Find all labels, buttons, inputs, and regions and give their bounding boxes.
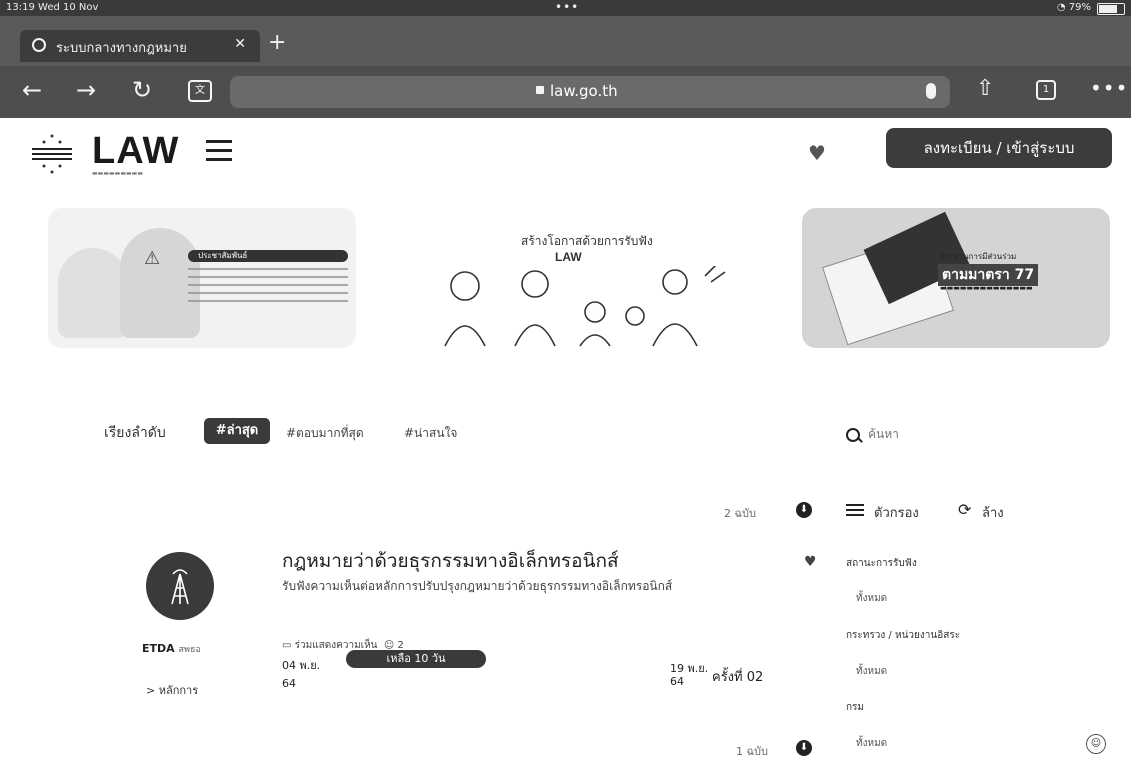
warning-triangle-icon: ⚠	[144, 248, 161, 269]
status-time: 13:19	[6, 2, 35, 13]
microphone-icon[interactable]	[926, 83, 936, 99]
lock-icon	[536, 86, 544, 94]
favorite-heart-icon[interactable]: ♥	[808, 143, 828, 163]
clear-filter-button[interactable]: ล้าง	[982, 502, 1004, 523]
close-tab-icon[interactable]: ✕	[234, 36, 246, 52]
banner-2-logo: LAW	[555, 250, 582, 264]
battery-percent: 79%	[1068, 2, 1091, 13]
filter-label[interactable]: ตัวกรอง	[874, 502, 919, 523]
banner-3-line1: กระบวนการมีส่วนร่วม	[940, 252, 1017, 261]
sort-label: เรียงลำดับ	[104, 425, 166, 441]
chat-help-icon[interactable]: ☺	[1086, 734, 1106, 754]
logo-mark-icon[interactable]	[28, 132, 76, 176]
address-bar[interactable]: law.go.th	[230, 76, 950, 108]
download-icon-bottom[interactable]: ⬇	[796, 740, 812, 756]
org-name: ETDA	[142, 642, 175, 655]
banner-2-title: สร้างโอกาสด้วยการรับฟัง	[521, 234, 653, 248]
tower-icon	[171, 569, 189, 605]
banner-1[interactable]: ⚠ ประชาสัมพันธ์	[48, 208, 356, 348]
tab-strip: ระบบกลางทางกฎหมาย ✕ +	[0, 16, 1131, 66]
start-date: 04 พ.ย.	[282, 659, 321, 672]
battery-icon	[1097, 3, 1125, 15]
filter-status-select[interactable]: ทั้งหมด	[856, 591, 887, 606]
status-date: Wed 10 Nov	[38, 2, 99, 13]
url-text: law.go.th	[550, 82, 618, 100]
wifi-icon: ◔	[1056, 2, 1066, 13]
share-icon[interactable]: ⇧	[976, 76, 994, 101]
status-bar: 13:19 Wed 10 Nov ••• ◔ 79%	[0, 0, 1131, 16]
search-icon[interactable]	[846, 428, 860, 442]
back-icon[interactable]: ←	[22, 76, 42, 104]
comment-icon: ▭	[282, 640, 292, 651]
sort-interesting-chip[interactable]: #น่าสนใจ	[404, 424, 457, 443]
tab-title: ระบบกลางทางกฎหมาย	[56, 41, 187, 56]
filter-status-label: สถานะการรับฟัง	[846, 558, 917, 569]
search-input[interactable]	[866, 422, 1100, 446]
start-year: 64	[282, 677, 296, 690]
browser-chrome: 13:19 Wed 10 Nov ••• ◔ 79% ระบบกลางทางกฎ…	[0, 0, 1131, 118]
people-doodle-illustration	[444, 266, 726, 347]
browser-tab[interactable]: ระบบกลางทางกฎหมาย ✕	[20, 30, 260, 62]
result-count-bottom: 1 ฉบับ	[736, 745, 768, 758]
register-login-button[interactable]: ลงทะเบียน / เข้าสู่ระบบ	[886, 128, 1112, 168]
more-options-icon[interactable]: •••	[1090, 76, 1128, 100]
forward-icon[interactable]: →	[76, 76, 96, 104]
card-description: รับฟังความเห็นต่อหลักการปรับปรุงกฎหมายว่…	[282, 579, 673, 593]
sort-most-answered-chip[interactable]: #ตอบมากที่สุด	[286, 424, 364, 443]
card-title[interactable]: กฎหมายว่าด้วยธุรกรรมทางอิเล็กทรอนิกส์	[282, 546, 619, 576]
result-count-top: 2 ฉบับ	[724, 507, 756, 520]
card-favorite-heart-icon[interactable]: ♥	[804, 554, 817, 570]
remaining-days-badge: เหลือ 10 วัน	[346, 650, 486, 668]
new-tab-icon[interactable]: +	[268, 32, 286, 54]
end-year: 64	[670, 675, 684, 688]
filter-department-label: กรม	[846, 702, 865, 713]
filter-icon[interactable]	[846, 504, 864, 516]
filter-department-select[interactable]: ทั้งหมด	[856, 736, 887, 751]
logo-subtitle-graphic: ▬▬▬▬▬▬▬▬▬	[92, 170, 144, 177]
sort-latest-chip[interactable]: #ล่าสุด	[204, 418, 270, 444]
multitask-dots-icon[interactable]: •••	[555, 0, 579, 14]
refresh-icon[interactable]: ⟳	[958, 500, 971, 519]
site-logo[interactable]: LAW	[92, 130, 179, 173]
banner-1-heading: ประชาสัมพันธ์	[198, 251, 248, 260]
tab-switcher-icon[interactable]: 1	[1036, 80, 1056, 100]
hamburger-menu-icon[interactable]	[206, 140, 232, 162]
download-icon[interactable]: ⬇	[796, 502, 812, 518]
round-number: ครั้งที่ 02	[712, 670, 764, 685]
globe-icon	[32, 38, 46, 52]
banner-2[interactable]: สร้างโอกาสด้วยการรับฟัง LAW	[425, 208, 733, 348]
browser-toolbar: ← → ↻ 文 law.go.th ⇧ 1 •••	[0, 66, 1131, 118]
translate-icon[interactable]: 文	[188, 80, 212, 102]
banner-3-line2: ตามมาตรา 77	[938, 264, 1039, 286]
org-avatar	[146, 552, 214, 620]
principle-link[interactable]: > หลักการ	[146, 681, 198, 699]
org-subname: สพธอ	[178, 645, 201, 655]
reload-icon[interactable]: ↻	[132, 76, 152, 104]
filter-ministry-label: กระทรวง / หน่วยงานอิสระ	[846, 630, 961, 641]
filter-ministry-select[interactable]: ทั้งหมด	[856, 664, 887, 679]
banner-3[interactable]: กระบวนการมีส่วนร่วม ตามมาตรา 77 ▬▬▬▬▬▬▬▬…	[802, 208, 1110, 348]
